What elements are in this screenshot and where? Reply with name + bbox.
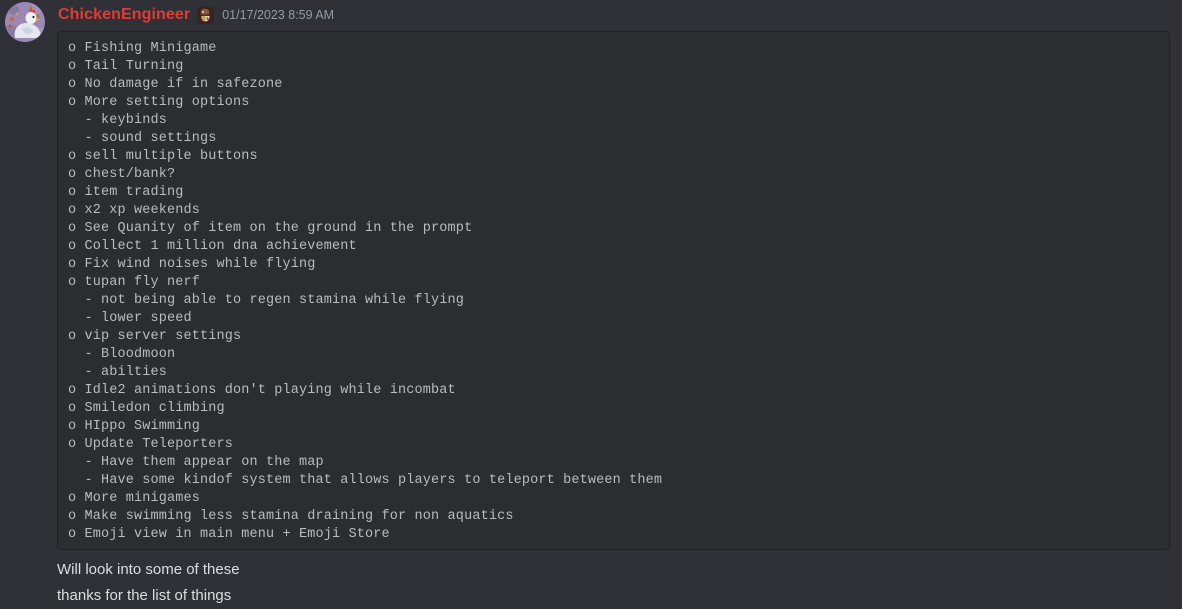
code-line: o x2 xp weekends (68, 203, 201, 218)
code-line: o See Quanity of item on the ground in t… (68, 221, 473, 236)
chicken-avatar-icon (5, 2, 45, 42)
code-line: - Bloodmoon (68, 347, 176, 362)
code-line: o item trading (68, 185, 184, 200)
code-line: - Have some kindof system that allows pl… (68, 473, 663, 488)
code-line: o Make swimming less stamina draining fo… (68, 509, 514, 524)
code-block-content: o Fishing Minigame o Tail Turning o No dam… (68, 40, 1169, 544)
code-line: o Idle2 animations don't playing while i… (68, 383, 456, 398)
message-line: thanks for the list of things (57, 587, 232, 604)
code-line: o Smiledon climbing (68, 401, 225, 416)
code-line: o Tail Turning (68, 59, 184, 74)
code-line: o No damage if in safezone (68, 77, 283, 92)
code-line: o More minigames (68, 491, 201, 506)
message-text: Will look into some of these thanks for … (57, 557, 1157, 609)
code-block[interactable]: o Fishing Minigame o Tail Turning o No dam… (57, 31, 1170, 550)
code-line: o chest/bank? (68, 167, 176, 182)
code-line: - lower speed (68, 311, 192, 326)
code-line: o Emoji view in main menu + Emoji Store (68, 527, 390, 542)
code-line: o tupan fly nerf (68, 275, 201, 290)
message-timestamp: 01/17/2023 8:59 AM (222, 8, 335, 22)
message-line: Will look into some of these (57, 561, 240, 578)
code-line: - sound settings (68, 131, 217, 146)
code-line: - keybinds (68, 113, 168, 128)
code-line: o More setting options (68, 95, 250, 110)
guild-badge-glyph (197, 6, 215, 24)
code-line: - abilties (68, 365, 168, 380)
code-line: o sell multiple buttons (68, 149, 258, 164)
avatar[interactable] (5, 2, 45, 42)
code-line: o vip server settings (68, 329, 242, 344)
author-username[interactable]: ChickenEngineer (58, 5, 190, 25)
code-line: o Update Teleporters (68, 437, 234, 452)
code-line: o HIppo Swimming (68, 419, 201, 434)
code-line: - Have them appear on the map (68, 455, 324, 470)
message-header: ChickenEngineer 01/17/2023 8:59 AM (58, 4, 334, 26)
code-line: o Collect 1 million dna achievement (68, 239, 357, 254)
code-line: o Fix wind noises while flying (68, 257, 316, 272)
guild-badge-icon[interactable] (197, 6, 215, 24)
code-line: o Fishing Minigame (68, 41, 217, 56)
chat-message: ChickenEngineer 01/17/2023 8:59 AM o Fis… (0, 0, 1182, 609)
code-line: - not being able to regen stamina while … (68, 293, 465, 308)
